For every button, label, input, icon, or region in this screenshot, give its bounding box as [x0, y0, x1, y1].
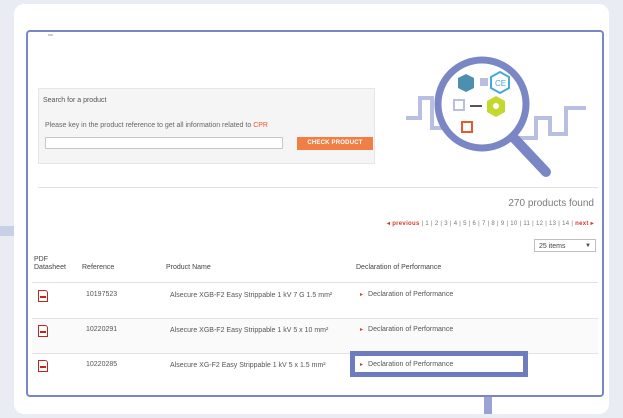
pagination: ◂ previous | 1 | 2 | 3 | 4 | 5 | 6 | 7 |…	[387, 220, 594, 227]
search-description: Please key in the product reference to g…	[45, 122, 268, 129]
reference-cell: 10197523	[86, 291, 118, 298]
cpr-link[interactable]: CPR	[253, 122, 268, 129]
dop-link-label: Declaration of Performance	[368, 326, 454, 333]
highlight-box	[350, 351, 528, 377]
arrow-right-icon: ▸	[360, 292, 364, 298]
header-product-name: Product Name	[166, 264, 211, 271]
header-reference: Reference	[82, 264, 115, 271]
header-pdf-datasheet: PDF Datasheet	[34, 256, 66, 271]
orange-square-icon	[461, 121, 473, 133]
table-row: 10220291 Alsecure XGB-F2 Easy Strippable…	[32, 319, 598, 353]
reference-cell: 10220291	[86, 326, 118, 333]
callout-stem	[484, 396, 492, 414]
magnifier-illustration: CE	[406, 56, 586, 177]
dop-link[interactable]: ▸ Declaration of Performance	[360, 291, 453, 298]
product-name-cell: Alsecure XG-F2 Easy Strippable 1 kV 5 x …	[170, 362, 326, 369]
search-description-text: Please key in the product reference to g…	[45, 122, 252, 129]
product-reference-input[interactable]	[45, 137, 283, 149]
items-per-page-value: 25 items	[539, 243, 566, 250]
product-name-cell: Alsecure XGB-F2 Easy Strippable 1 kV 5 x…	[170, 327, 329, 334]
product-name-cell: Alsecure XGB-F2 Easy Strippable 1 kV 7 G…	[170, 292, 333, 299]
arrow-right-icon: ▸	[360, 327, 364, 333]
next-page-link[interactable]: next ▸	[575, 221, 594, 227]
search-title: Search for a product	[43, 97, 107, 104]
header-divider	[32, 282, 598, 283]
results-count: 270 products found	[508, 198, 594, 209]
pdf-icon[interactable]	[38, 290, 48, 302]
section-divider	[38, 187, 598, 188]
pdf-icon[interactable]	[38, 325, 48, 337]
side-marker	[0, 226, 14, 236]
items-per-page-select[interactable]: 25 items ▼	[534, 239, 596, 252]
chevron-down-icon: ▼	[585, 243, 591, 249]
page-number-links[interactable]: | 1 | 2 | 3 | 4 | 5 | 6 | 7 | 8 | 9 | 10…	[422, 221, 574, 227]
check-product-button[interactable]: CHECK PRODUCT	[297, 137, 373, 150]
previous-page-link[interactable]: ◂ previous	[387, 221, 420, 227]
product-search-card: CE Search for a product Please key in th…	[26, 30, 604, 397]
svg-text:CE: CE	[495, 79, 506, 88]
dop-link-label: Declaration of Performance	[368, 291, 454, 298]
dop-link[interactable]: ▸ Declaration of Performance	[360, 326, 453, 333]
decor-tick	[48, 34, 53, 36]
table-row: 10197523 Alsecure XGB-F2 Easy Strippable…	[32, 284, 598, 318]
header-declaration-of-performance: Declaration of Performance	[356, 264, 442, 271]
pdf-icon[interactable]	[38, 360, 48, 372]
search-panel: Search for a product Please key in the p…	[38, 88, 375, 164]
reference-cell: 10220285	[86, 361, 118, 368]
